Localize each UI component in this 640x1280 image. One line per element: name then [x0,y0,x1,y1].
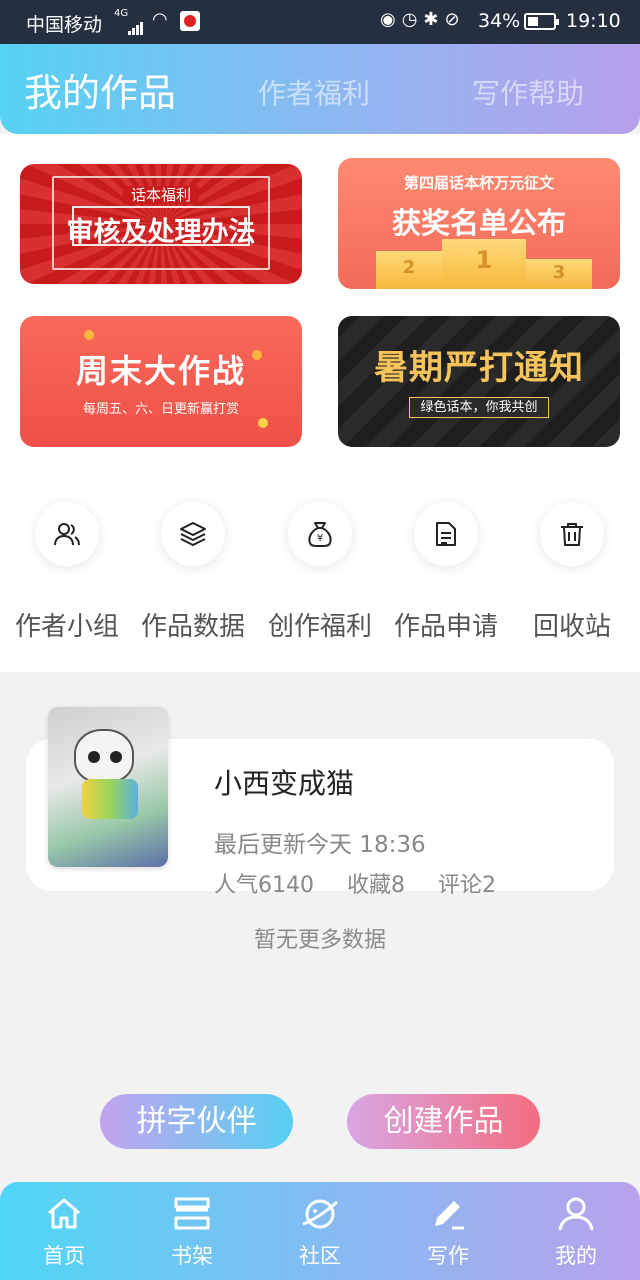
banner-review-policy[interactable]: 话本福利 审核及处理办法 [20,164,302,284]
trash-icon [540,502,604,566]
nav-label: 社区 [299,1244,341,1268]
banner-subtitle: 每周五、六、日更新赢打赏 [82,402,239,417]
quick-action-label: 作品申请 [393,612,498,642]
battery-percent: 34% [478,10,521,32]
decor-dot [84,330,94,340]
document-icon [414,502,478,566]
signal-icon [128,13,144,35]
tab-author-welfare[interactable]: 作者福利 [258,72,370,112]
quick-author-group[interactable]: 作者小组 [4,502,130,643]
banner-title: 周末大作战 [75,352,246,390]
nav-community[interactable]: 社区 [256,1182,384,1280]
work-comments: 评论2 [438,873,496,898]
work-title[interactable]: 小西变成猫 [214,762,354,802]
banner-subtitle: 绿色话本，你我共创 [338,396,620,418]
battery-icon [524,13,559,30]
app-notification-icon [180,11,200,31]
bottom-nav: 首页 书架 社区 写作 我的 [0,1182,640,1280]
banner-title: 获奖名单公布 [391,206,566,240]
create-work-button[interactable]: 创建作品 [347,1094,540,1149]
layers-icon [161,502,225,566]
quick-action-label: 作品数据 [140,612,245,642]
banner-title: 暑期严打通知 [374,348,584,388]
nav-label: 我的 [555,1244,597,1268]
tab-writing-help[interactable]: 写作帮助 [472,72,584,112]
banner-award-list[interactable]: 第四届话本杯万元征文 获奖名单公布 2 1 3 [338,158,620,289]
home-icon [48,1198,80,1229]
tab-my-works[interactable]: 我的作品 [24,62,176,117]
writing-partner-button[interactable]: 拼字伙伴 [100,1094,293,1149]
work-favorites: 收藏8 [347,873,405,898]
wifi-icon: ◠ [152,9,168,30]
no-more-data-text: 暂无更多数据 [253,928,386,953]
work-cover-image[interactable] [48,707,168,867]
quick-creation-welfare[interactable]: ¥ 创作福利 [257,502,383,643]
cover-eye [110,751,122,763]
banner-weekend-battle[interactable]: 周末大作战 每周五、六、日更新赢打赏 [20,316,302,447]
quick-action-label: 创作福利 [267,612,372,642]
quick-recycle-bin[interactable]: 回收站 [509,502,635,643]
top-tab-bar: 我的作品 作者福利 写作帮助 [0,44,640,134]
banner-title: 审核及处理办法 [66,217,256,248]
network-type: 4G [114,8,129,19]
banner-summer-notice[interactable]: 暑期严打通知 绿色话本，你我共创 [338,316,620,447]
nav-label: 首页 [43,1244,85,1268]
nav-write[interactable]: 写作 [384,1182,512,1280]
banner-subtitle: 第四届话本杯万元征文 [403,174,554,192]
cover-eye [88,751,100,763]
work-last-updated: 最后更新今天 18:36 [214,832,426,858]
banner-subtitle: 话本福利 [20,184,302,205]
pen-icon [435,1201,464,1230]
planet-icon [302,1199,339,1229]
podium-second: 2 [376,251,442,289]
quick-action-label: 作者小组 [14,612,119,642]
status-bar: 中国移动 4G ◠ ◉◷✱⊘ 34% 19:10 [0,0,640,44]
podium-first: 1 [442,239,526,289]
quick-work-application[interactable]: 作品申请 [383,502,509,643]
cover-scarf [82,779,138,819]
quick-action-label: 回收站 [532,612,611,642]
clock: 19:10 [566,10,621,32]
nav-label: 书架 [171,1244,213,1268]
work-stats: 人气6140 收藏8 评论2 [214,867,522,899]
podium-third: 3 [526,259,592,289]
cover-figure [74,729,134,783]
money-bag-icon: ¥ [288,502,352,566]
carrier-name: 中国移动 [26,14,103,36]
nav-label: 写作 [427,1244,469,1268]
status-icons: ◉◷✱⊘ [380,9,466,30]
svg-text:¥: ¥ [317,533,323,544]
decor-dot [258,418,268,428]
nav-profile[interactable]: 我的 [512,1182,640,1280]
banner-panel: 话本福利 审核及处理办法 第四届话本杯万元征文 获奖名单公布 2 1 3 周末大… [0,134,640,672]
nav-bookshelf[interactable]: 书架 [128,1182,256,1280]
nav-home[interactable]: 首页 [0,1182,128,1280]
bookshelf-icon [174,1197,210,1230]
users-icon [35,502,99,566]
work-popularity: 人气6140 [214,873,314,898]
quick-work-data[interactable]: 作品数据 [130,502,256,643]
profile-icon [558,1197,594,1231]
